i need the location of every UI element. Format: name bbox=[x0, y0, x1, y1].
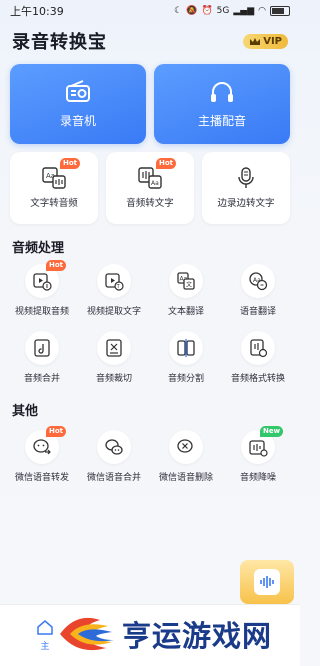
grid-item-label: 文本翻译 bbox=[167, 307, 204, 317]
noise-reduction-icon bbox=[249, 440, 268, 457]
text-to-audio-icon: Aa bbox=[42, 167, 66, 189]
grid-item-label: 语音翻译 bbox=[239, 307, 276, 317]
text-translate-icon: Aa 文 bbox=[177, 272, 195, 290]
watermark-logo-icon bbox=[60, 617, 114, 651]
other-section-title: 其他 bbox=[12, 404, 39, 419]
grid-item-label: 音频降噪 bbox=[239, 473, 276, 483]
icon-circle bbox=[169, 430, 203, 464]
wechat-delete-icon bbox=[177, 439, 193, 453]
battery-icon bbox=[270, 6, 290, 16]
grid-item-label: 音频格式转换 bbox=[230, 374, 285, 384]
vip-label: VIP bbox=[263, 35, 282, 47]
wechat-forward-icon bbox=[33, 439, 51, 455]
grid-item-label: 微信语音转发 bbox=[14, 473, 69, 483]
grid-item-video-extract-audio[interactable]: Hot 视频提取音频 bbox=[6, 260, 78, 317]
audio-to-text-label: 音频转文字 bbox=[126, 198, 174, 209]
icon-circle: Aa 文 bbox=[169, 264, 203, 298]
nav-home-label: 主 bbox=[40, 642, 50, 652]
icon-circle bbox=[97, 331, 131, 365]
new-badge: New bbox=[260, 426, 284, 437]
audio-split-icon bbox=[177, 339, 195, 357]
icon-circle bbox=[97, 430, 131, 464]
grid-item-wechat-merge[interactable]: 微信语音合并 bbox=[78, 430, 150, 483]
record-and-transcribe-label: 边录边转文字 bbox=[217, 198, 275, 209]
recorder-label: 录音机 bbox=[59, 113, 96, 128]
icon-circle: T bbox=[97, 264, 131, 298]
audio-cut-icon bbox=[106, 339, 122, 357]
audio-to-text-icon: Aa bbox=[138, 167, 162, 189]
tool-row: Hot Aa 文字转音频 Hot Aa 音频转文字 边录边转文字 bbox=[10, 152, 290, 224]
alarm-icon: ⏰ bbox=[201, 6, 213, 16]
floating-promo-widget[interactable] bbox=[240, 560, 294, 604]
grid-item-label: 视频提取音频 bbox=[14, 307, 69, 317]
grid-item-label: 音频分割 bbox=[167, 374, 204, 384]
wifi-icon: ◠ bbox=[258, 6, 266, 16]
icon-circle: Aa bbox=[241, 264, 275, 298]
signal-label: 5G bbox=[216, 6, 230, 16]
watermark-text: 亨运游戏网 bbox=[122, 619, 273, 653]
headphones-icon bbox=[211, 81, 233, 102]
microphone-icon bbox=[238, 167, 254, 188]
grid-item-wechat-forward[interactable]: Hot 微信语音转发 bbox=[6, 426, 78, 483]
grid-item-video-extract-text[interactable]: T 视频提取文字 bbox=[78, 264, 150, 317]
watermark: 亨运游戏网 bbox=[56, 606, 296, 662]
home-icon bbox=[37, 620, 53, 635]
audio-merge-icon bbox=[34, 339, 50, 357]
text-to-audio-card[interactable]: Hot Aa 文字转音频 bbox=[10, 152, 98, 224]
video-extract-text-icon: T bbox=[105, 273, 124, 291]
record-and-transcribe-card[interactable]: 边录边转文字 bbox=[202, 152, 290, 224]
status-time: 上午10:39 bbox=[10, 5, 64, 18]
grid-item-audio-split[interactable]: 音频分割 bbox=[150, 331, 222, 384]
icon-circle bbox=[241, 331, 275, 365]
grid-item-label: 微信语音删除 bbox=[158, 473, 213, 483]
grid-item-label: 音频裁切 bbox=[95, 374, 132, 384]
app-header: 录音转换宝 VIP bbox=[12, 28, 288, 54]
audio-grid: Hot 视频提取音频 T 视频提取文字 Aa 文 文本翻译 Aa 语音翻译 音频… bbox=[6, 260, 294, 384]
grid-item-label: 视频提取文字 bbox=[86, 307, 141, 317]
text-to-audio-label: 文字转音频 bbox=[30, 198, 78, 209]
status-icons: ☾ 🔕 ⏰ 5G ▂▄▆ ◠ bbox=[174, 6, 290, 16]
status-bar: 上午10:39 ☾ 🔕 ⏰ 5G ▂▄▆ ◠ bbox=[0, 0, 300, 22]
hot-badge: Hot bbox=[46, 260, 67, 271]
grid-item-audio-cut[interactable]: 音频裁切 bbox=[78, 331, 150, 384]
voice-translate-icon: Aa bbox=[249, 272, 268, 291]
icon-circle bbox=[169, 331, 203, 365]
hot-badge: Hot bbox=[155, 158, 176, 169]
crown-icon bbox=[250, 37, 261, 45]
grid-item-noise-reduction[interactable]: New 音频降噪 bbox=[222, 426, 294, 483]
anchor-dubbing-card[interactable]: 主播配音 bbox=[154, 64, 290, 144]
grid-item-audio-format[interactable]: 音频格式转换 bbox=[222, 331, 294, 384]
grid-item-voice-translate[interactable]: Aa 语音翻译 bbox=[222, 264, 294, 317]
wechat-merge-icon bbox=[105, 439, 123, 455]
svg-text:Aa: Aa bbox=[151, 180, 159, 187]
grid-item-wechat-delete[interactable]: 微信语音删除 bbox=[150, 430, 222, 483]
moon-icon: ☾ bbox=[174, 6, 183, 16]
svg-text:文: 文 bbox=[186, 281, 192, 289]
waveform-icon bbox=[254, 569, 280, 595]
hot-badge: Hot bbox=[59, 158, 80, 169]
audio-format-icon bbox=[250, 339, 268, 358]
grid-item-label: 微信语音合并 bbox=[86, 473, 141, 483]
grid-item-label: 音频合并 bbox=[23, 374, 60, 384]
other-grid: Hot 微信语音转发 微信语音合并 微信语音删除 New 音频降噪 bbox=[6, 426, 294, 483]
app-title: 录音转换宝 bbox=[12, 32, 107, 53]
grid-item-text-translate[interactable]: Aa 文 文本翻译 bbox=[150, 264, 222, 317]
hero-row: 录音机 主播配音 bbox=[10, 64, 290, 144]
recorder-card[interactable]: 录音机 bbox=[10, 64, 146, 144]
radio-icon bbox=[66, 79, 90, 102]
signal-icon: ▂▄▆ bbox=[233, 6, 255, 16]
nav-item-home[interactable]: 主 bbox=[36, 619, 54, 652]
anchor-dubbing-label: 主播配音 bbox=[197, 113, 246, 128]
video-extract-audio-icon bbox=[33, 273, 52, 291]
mute-icon: 🔕 bbox=[186, 6, 198, 16]
icon-circle bbox=[25, 331, 59, 365]
hot-badge: Hot bbox=[46, 426, 67, 437]
grid-item-audio-merge[interactable]: 音频合并 bbox=[6, 331, 78, 384]
audio-to-text-card[interactable]: Hot Aa 音频转文字 bbox=[106, 152, 194, 224]
audio-section-title: 音频处理 bbox=[12, 241, 65, 256]
vip-button[interactable]: VIP bbox=[243, 33, 288, 49]
